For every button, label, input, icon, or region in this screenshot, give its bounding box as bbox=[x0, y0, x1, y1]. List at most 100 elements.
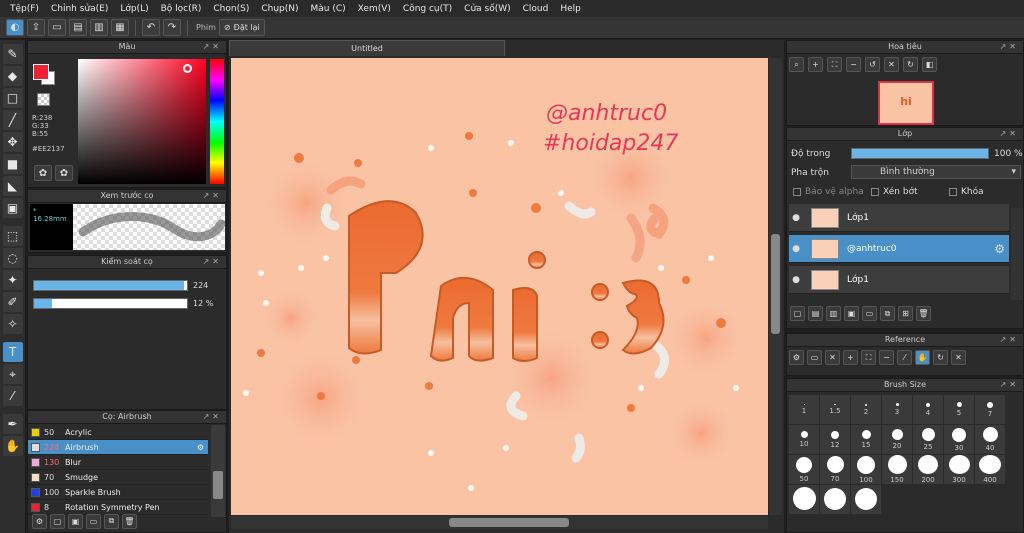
eyedropper-icon[interactable]: ⁄ bbox=[897, 350, 912, 365]
brush-item[interactable]: 100 Sparkle Brush bbox=[28, 485, 208, 500]
fill-rect-tool-icon[interactable]: ■ bbox=[2, 154, 23, 174]
text-tool-icon[interactable]: T bbox=[2, 342, 23, 362]
hand-tool-icon[interactable]: ✋ bbox=[2, 436, 23, 456]
brush-size-cell[interactable]: 40 bbox=[975, 425, 1005, 454]
gear-icon[interactable]: ⚙ bbox=[994, 242, 1005, 256]
reset-view-icon[interactable]: ✕ bbox=[884, 57, 899, 72]
menu-item[interactable]: Bộ lọc(R) bbox=[155, 4, 208, 14]
hand-icon[interactable]: ✋ bbox=[915, 350, 930, 365]
bucket-tool-icon[interactable]: ◣ bbox=[2, 176, 23, 196]
redo-icon[interactable]: ↷ bbox=[163, 19, 181, 36]
brush-size-cell[interactable]: 5 bbox=[944, 395, 974, 424]
picker-tool-icon[interactable]: ✒ bbox=[2, 414, 23, 434]
rotate-right-icon[interactable]: ↻ bbox=[903, 57, 918, 72]
palette-edit-icon[interactable]: ✿ bbox=[55, 165, 73, 181]
brush-size-cell[interactable]: 100 bbox=[851, 455, 881, 484]
layer-folder-icon[interactable]: ▭ bbox=[862, 306, 877, 321]
palette-icon[interactable]: ✿ bbox=[34, 165, 52, 181]
folder-icon[interactable]: ▭ bbox=[86, 513, 101, 529]
menu-item[interactable]: Màu (C) bbox=[305, 4, 352, 14]
brush-size-cell[interactable]: 2 bbox=[851, 395, 881, 424]
brush-size-cell[interactable] bbox=[789, 485, 819, 514]
visibility-icon[interactable]: ● bbox=[789, 244, 803, 254]
hue-slider[interactable] bbox=[210, 59, 224, 184]
magic-wand-icon[interactable]: ✦ bbox=[2, 270, 23, 290]
transparent-color-swatch[interactable] bbox=[37, 93, 50, 106]
zoom-out-icon[interactable]: − bbox=[846, 57, 861, 72]
layer-row[interactable]: ● @anhtruc0 ⚙ bbox=[789, 235, 1009, 263]
brush-item[interactable]: 130 Blur bbox=[28, 455, 208, 470]
menu-item[interactable]: Help bbox=[554, 4, 587, 14]
panel-controls-icon[interactable]: ↗✕ bbox=[1000, 128, 1019, 140]
rect-select-icon[interactable]: ⬚ bbox=[2, 226, 23, 246]
panel-controls-icon[interactable]: ↗✕ bbox=[203, 256, 222, 268]
grid-icon[interactable]: ▦ bbox=[111, 19, 129, 36]
brush-size-cell[interactable]: 12 bbox=[820, 425, 850, 454]
brush-settings-icon[interactable]: ⚙ bbox=[32, 513, 47, 529]
frame-icon[interactable]: ▤ bbox=[69, 19, 87, 36]
menu-item[interactable]: Cửa số(W) bbox=[458, 4, 516, 14]
brush-size-cell[interactable]: 25 bbox=[913, 425, 943, 454]
menu-item[interactable]: Chỉnh sửa(E) bbox=[45, 4, 114, 14]
brush-item[interactable]: 70 Smudge bbox=[28, 470, 208, 485]
brush-size-cell[interactable]: 10 bbox=[789, 425, 819, 454]
foreground-color-swatch[interactable] bbox=[33, 64, 49, 80]
layer-list-scrollbar[interactable] bbox=[1011, 208, 1023, 300]
layer-row[interactable]: ● Lớp1 bbox=[789, 204, 1009, 232]
horizontal-scroll-thumb[interactable] bbox=[449, 518, 569, 527]
brush-size-cell[interactable]: 4 bbox=[913, 395, 943, 424]
rotate-left-icon[interactable]: ↺ bbox=[865, 57, 880, 72]
layer-opacity-slider[interactable] bbox=[851, 148, 989, 159]
zoom-in-icon[interactable]: + bbox=[808, 57, 823, 72]
brush-size-cell[interactable]: 20 bbox=[882, 425, 912, 454]
brush-list-scroll-thumb[interactable] bbox=[213, 471, 223, 499]
brush-item[interactable]: 224 Airbrush ⚙ bbox=[28, 440, 208, 455]
menu-item[interactable]: Lớp(L) bbox=[114, 4, 154, 14]
eyedropper-tool-icon[interactable]: ⁄ bbox=[2, 386, 23, 406]
brush-size-cell[interactable]: 200 bbox=[913, 455, 943, 484]
select-eraser-icon[interactable]: ✧ bbox=[2, 314, 23, 334]
menu-item[interactable]: Công cụ(T) bbox=[397, 4, 458, 14]
layer-row[interactable]: ● Lớp1 bbox=[789, 266, 1009, 294]
color-picker-cursor[interactable] bbox=[183, 64, 192, 73]
clipping-checkbox[interactable]: Xén bớt bbox=[871, 187, 918, 197]
menu-item[interactable]: Tệp(F) bbox=[4, 4, 45, 14]
lasso-select-icon[interactable]: ◌ bbox=[2, 248, 23, 268]
saturation-value-picker[interactable] bbox=[78, 59, 206, 184]
flip-icon[interactable]: ◧ bbox=[922, 57, 937, 72]
zoom-in-icon[interactable]: + bbox=[843, 350, 858, 365]
open-folder-icon[interactable]: ▭ bbox=[807, 350, 822, 365]
brush-size-cell[interactable]: 150 bbox=[882, 455, 912, 484]
panel-controls-icon[interactable]: ↗✕ bbox=[1000, 41, 1019, 53]
rotate-icon[interactable]: ↻ bbox=[933, 350, 948, 365]
protect-alpha-checkbox[interactable]: Bảo vệ alpha bbox=[793, 187, 864, 197]
navigator-thumbnail[interactable]: hi bbox=[878, 81, 934, 125]
lock-checkbox[interactable]: Khóa bbox=[949, 187, 984, 197]
brush-size-cell[interactable]: 300 bbox=[944, 455, 974, 484]
reset-icon[interactable]: ✕ bbox=[951, 350, 966, 365]
fit-icon[interactable]: ⛶ bbox=[861, 350, 876, 365]
vertical-scroll-thumb[interactable] bbox=[771, 234, 780, 334]
panel-layout-icon[interactable]: ▥ bbox=[90, 19, 108, 36]
undo-icon[interactable]: ↶ bbox=[142, 19, 160, 36]
brush-size-cell[interactable]: 30 bbox=[944, 425, 974, 454]
menu-item[interactable]: Xem(V) bbox=[352, 4, 397, 14]
document-canvas[interactable]: @anhtruc0 #hoidap247 bbox=[231, 58, 768, 515]
close-icon[interactable]: ✕ bbox=[825, 350, 840, 365]
brush-size-cell[interactable] bbox=[851, 485, 881, 514]
export-icon[interactable]: ⇪ bbox=[27, 19, 45, 36]
duplicate-icon[interactable]: ⧉ bbox=[104, 513, 119, 529]
brush-size-cell[interactable]: 1 bbox=[789, 395, 819, 424]
document-tab[interactable]: Untitled bbox=[229, 40, 505, 56]
speech-bubble-icon[interactable]: ▭ bbox=[48, 19, 66, 36]
shape-tool-icon[interactable]: □ bbox=[2, 88, 23, 108]
brush-size-slider[interactable] bbox=[33, 280, 188, 291]
panel-controls-icon[interactable]: ↗✕ bbox=[1000, 379, 1019, 391]
menu-item[interactable]: Cloud bbox=[517, 4, 555, 14]
duplicate-layer-icon[interactable]: ⧉ bbox=[880, 306, 895, 321]
menu-item[interactable]: Chụp(N) bbox=[255, 4, 304, 14]
gradient-tool-icon[interactable]: ▣ bbox=[2, 198, 23, 218]
brush-size-cell[interactable]: 1.5 bbox=[820, 395, 850, 424]
panel-controls-icon[interactable]: ↗✕ bbox=[203, 190, 222, 202]
pen-tool-icon[interactable]: ✎ bbox=[2, 44, 23, 64]
